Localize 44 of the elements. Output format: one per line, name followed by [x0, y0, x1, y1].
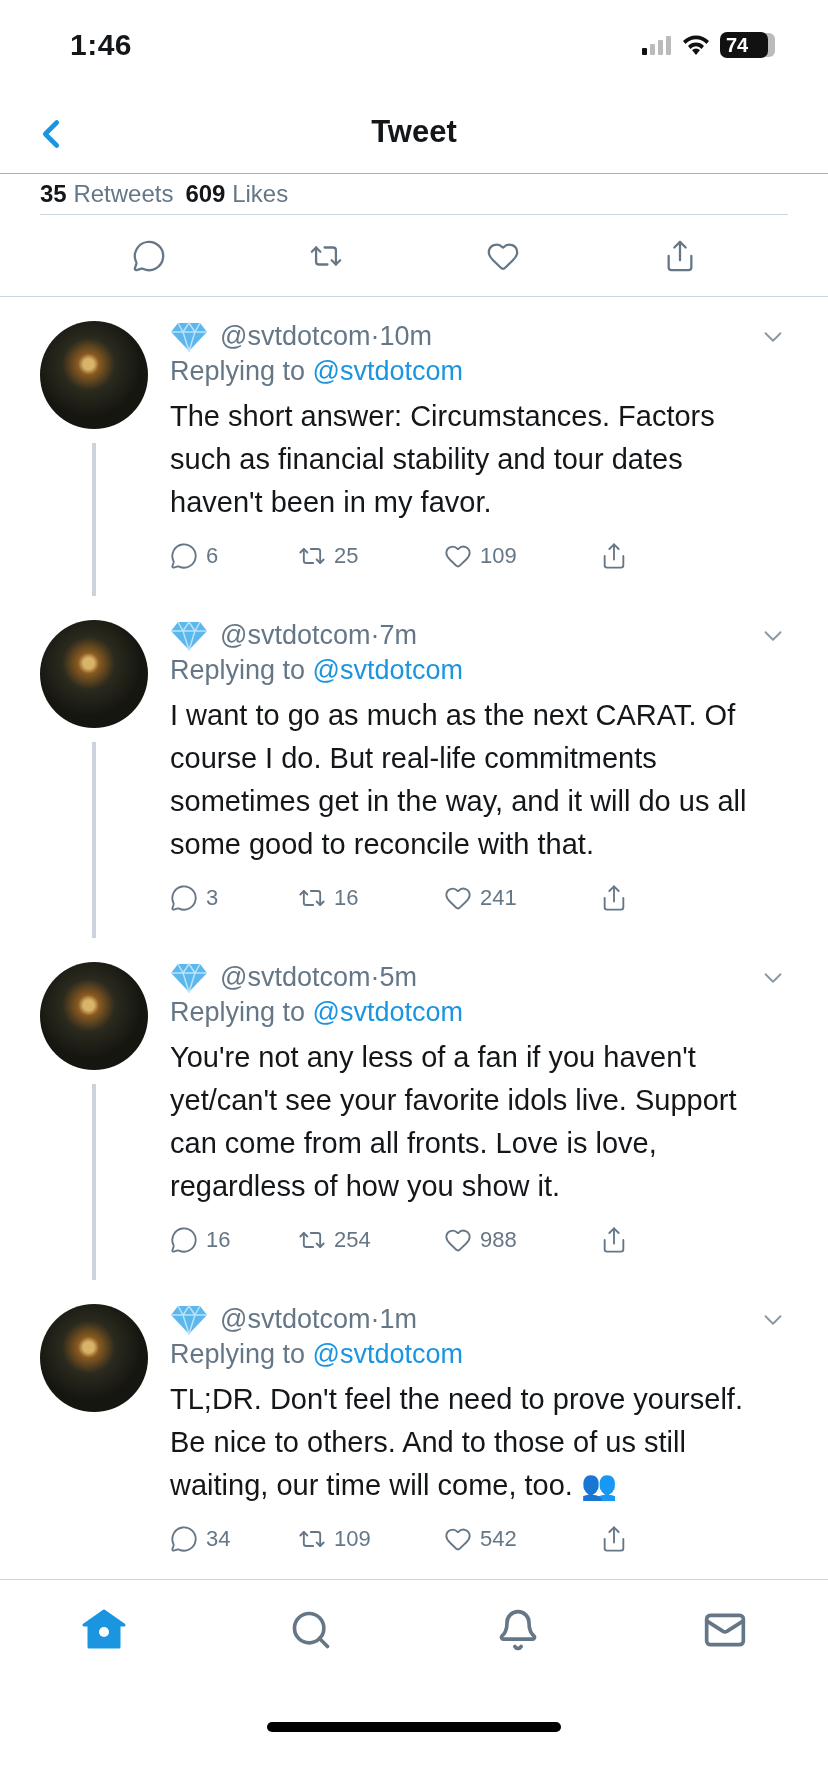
- tweet-text: TL;DR. Don't feel the need to prove yourself. Be nice to others. And to those of us still waiting, our time will come, too. 👥: [170, 1382, 744, 1504]
- stat-count[interactable]: 35 Retweets: [40, 180, 174, 209]
- retweet-button[interactable]: 16: [298, 884, 444, 913]
- page-title: Tweet: [371, 114, 457, 150]
- comment-icon: [170, 884, 198, 913]
- diamond-icon: [170, 1304, 208, 1335]
- tweet-text: You're not any less of a fan if you haven't yet/can't see your favorite idols live. Support can come from all fronts. Love is love, regardless of how you show it.: [170, 1040, 738, 1205]
- diamond-icon: [170, 962, 208, 993]
- comment-icon: [170, 1226, 198, 1255]
- reply-button[interactable]: [131, 238, 166, 273]
- replying-to: Replying to @svtdotcom: [170, 655, 465, 687]
- replying-to: Replying to @svtdotcom: [170, 356, 465, 388]
- like-button[interactable]: 542: [444, 1525, 600, 1554]
- comment-icon: [131, 238, 166, 273]
- reply-button[interactable]: 3: [170, 884, 298, 913]
- like-button[interactable]: 241: [444, 884, 600, 913]
- stat-count[interactable]: 609 Likes: [185, 180, 289, 209]
- diamond-icon: [170, 321, 208, 352]
- mention-link[interactable]: @svtdotcom: [312, 356, 464, 387]
- wifi-icon: [682, 35, 710, 56]
- retweet-button[interactable]: 109: [298, 1525, 444, 1554]
- handle-time: @svtdotcom·7m: [220, 620, 418, 652]
- signal-icon: [642, 35, 672, 56]
- replying-to: Replying to @svtdotcom: [170, 1339, 465, 1371]
- like-button[interactable]: 988: [444, 1226, 600, 1255]
- reply-button[interactable]: 16: [170, 1226, 298, 1255]
- tweet-text: The short answer: Circumstances. Factors such as financial stability and tour dates haven't been in my favor.: [170, 399, 716, 521]
- retweet-button[interactable]: 25: [298, 542, 444, 571]
- reply-button[interactable]: 34: [170, 1525, 298, 1554]
- handle-time: @svtdotcom·10m: [220, 321, 433, 353]
- handle-time: @svtdotcom·1m: [220, 1304, 418, 1336]
- comment-icon: [170, 542, 198, 571]
- reply-button[interactable]: 6: [170, 542, 298, 571]
- retweet-button[interactable]: 254: [298, 1226, 444, 1255]
- diamond-icon: [170, 620, 208, 651]
- handle-time: @svtdotcom·5m: [220, 962, 418, 994]
- mention-link[interactable]: @svtdotcom: [312, 997, 464, 1028]
- tweet-text: I want to go as much as the next CARAT. Of course I do. But real-life commitments sometimes get in the way, and it will do us all some good to reconcile with that.: [170, 698, 748, 863]
- like-button[interactable]: 109: [444, 542, 600, 571]
- status-time: 1:46: [70, 28, 133, 63]
- replying-to: Replying to @svtdotcom: [170, 997, 465, 1029]
- comment-icon: [170, 1525, 198, 1554]
- mention-link[interactable]: @svtdotcom: [312, 655, 464, 686]
- mention-link[interactable]: @svtdotcom: [312, 1339, 464, 1370]
